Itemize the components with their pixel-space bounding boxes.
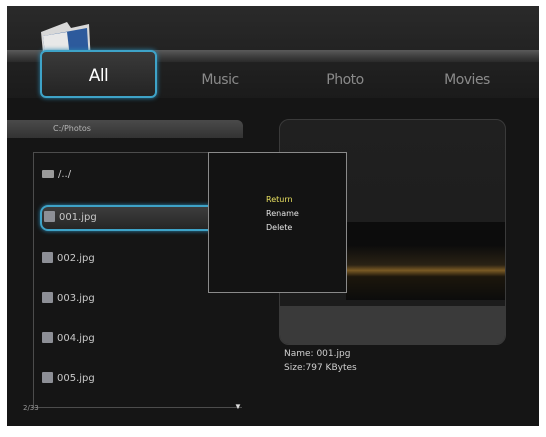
- list-item-label: 004.jpg: [57, 333, 95, 344]
- context-menu: Return Rename Delete: [208, 152, 347, 293]
- preview-image: [346, 222, 505, 300]
- list-item-label: 003.jpg: [57, 293, 95, 304]
- list-item[interactable]: 002.jpg: [42, 249, 222, 269]
- image-file-icon: [42, 292, 53, 303]
- menu-item-rename[interactable]: Rename: [266, 209, 299, 218]
- list-item-label: /../: [58, 169, 72, 180]
- path-bar: C:/Photos: [7, 120, 243, 138]
- tab-movies[interactable]: Movies: [427, 64, 507, 96]
- list-item[interactable]: 004.jpg: [42, 329, 222, 349]
- list-item[interactable]: 005.jpg: [42, 369, 222, 389]
- list-item-label: 005.jpg: [57, 373, 95, 384]
- top-tab-bar: All Music Photo Movies: [7, 6, 539, 98]
- list-item-label: 001.jpg: [59, 212, 97, 223]
- page-count: 2/33: [23, 404, 39, 412]
- list-item-label: 002.jpg: [57, 253, 95, 264]
- list-item[interactable]: 003.jpg: [42, 289, 222, 309]
- preview-footer: [280, 306, 505, 344]
- current-path: C:/Photos: [53, 124, 91, 133]
- media-browser-screen: All Music Photo Movies C:/Photos /../ 00…: [7, 6, 539, 426]
- file-size: Size:797 KBytes: [284, 363, 357, 373]
- image-file-icon: [42, 252, 53, 263]
- tab-all[interactable]: All: [40, 50, 157, 98]
- image-file-icon: [42, 372, 53, 383]
- tab-photo[interactable]: Photo: [305, 64, 385, 96]
- file-name: Name: 001.jpg: [284, 349, 351, 359]
- scroll-down-icon[interactable]: ▼: [234, 402, 242, 411]
- folder-icon: [42, 170, 54, 178]
- menu-item-delete[interactable]: Delete: [266, 223, 292, 232]
- image-file-icon: [42, 332, 53, 343]
- image-file-icon: [44, 211, 55, 222]
- list-item-parent-folder[interactable]: /../: [42, 165, 222, 185]
- menu-item-return[interactable]: Return: [266, 195, 293, 204]
- tab-music[interactable]: Music: [185, 64, 255, 96]
